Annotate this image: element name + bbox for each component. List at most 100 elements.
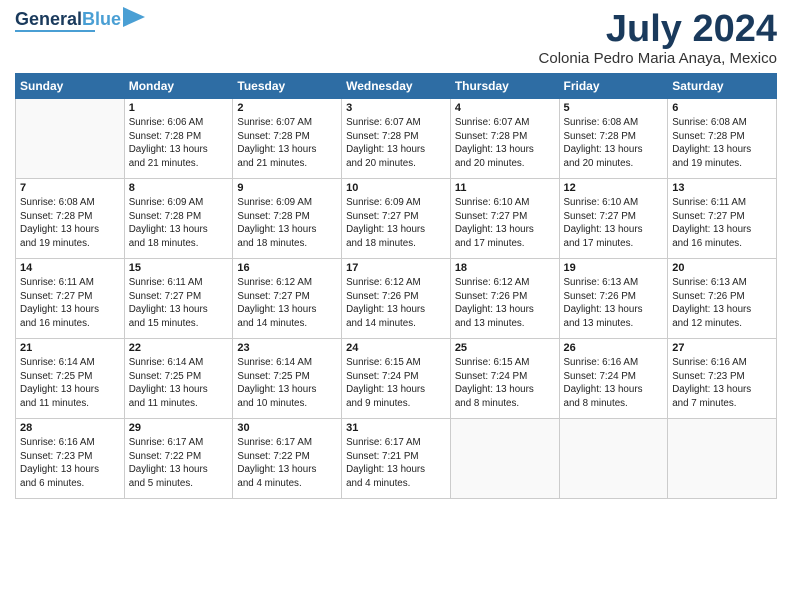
calendar-cell: 18 Sunrise: 6:12 AM Sunset: 7:26 PM Dayli… xyxy=(450,259,559,339)
day-detail: Sunrise: 6:09 AM Sunset: 7:28 PM Dayligh… xyxy=(237,196,337,251)
day-number: 26 xyxy=(564,342,664,354)
day-number: 12 xyxy=(564,182,664,194)
page-header: GeneralBlue July 2024 Colonia Pedro Mari… xyxy=(15,10,777,67)
calendar-week-4: 21 Sunrise: 6:14 AM Sunset: 7:25 PM Dayli… xyxy=(16,339,777,419)
day-number: 3 xyxy=(346,102,446,114)
day-number: 5 xyxy=(564,102,664,114)
calendar-cell: 28 Sunrise: 6:16 AM Sunset: 7:23 PM Dayli… xyxy=(16,419,125,499)
calendar-cell: 4 Sunrise: 6:07 AM Sunset: 7:28 PM Daylig… xyxy=(450,99,559,179)
day-detail: Sunrise: 6:11 AM Sunset: 7:27 PM Dayligh… xyxy=(129,276,229,331)
calendar-cell: 20 Sunrise: 6:13 AM Sunset: 7:26 PM Dayli… xyxy=(668,259,777,339)
calendar-cell: 31Sunrise: 6:17 AM Sunset: 7:21 PM Dayli… xyxy=(342,419,451,499)
calendar-cell: 16Sunrise: 6:12 AM Sunset: 7:27 PM Dayli… xyxy=(233,259,342,339)
calendar-cell: 17 Sunrise: 6:12 AM Sunset: 7:26 PM Dayli… xyxy=(342,259,451,339)
day-number: 25 xyxy=(455,342,555,354)
calendar-cell xyxy=(16,99,125,179)
logo: GeneralBlue xyxy=(15,10,145,32)
day-number: 9 xyxy=(237,182,337,194)
day-number: 31 xyxy=(346,422,446,434)
day-number: 1 xyxy=(129,102,229,114)
day-number: 14 xyxy=(20,262,120,274)
calendar-cell: 12 Sunrise: 6:10 AM Sunset: 7:27 PM Dayli… xyxy=(559,179,668,259)
calendar-cell xyxy=(559,419,668,499)
calendar-week-2: 7 Sunrise: 6:08 AM Sunset: 7:28 PM Daylig… xyxy=(16,179,777,259)
day-number: 19 xyxy=(564,262,664,274)
header-row: SundayMondayTuesdayWednesdayThursdayFrid… xyxy=(16,74,777,99)
calendar-cell: 22 Sunrise: 6:14 AM Sunset: 7:25 PM Dayli… xyxy=(124,339,233,419)
day-detail: Sunrise: 6:10 AM Sunset: 7:27 PM Dayligh… xyxy=(564,196,664,251)
day-number: 13 xyxy=(672,182,772,194)
calendar-cell: 25Sunrise: 6:15 AM Sunset: 7:24 PM Dayli… xyxy=(450,339,559,419)
day-detail: Sunrise: 6:11 AM Sunset: 7:27 PM Dayligh… xyxy=(20,276,120,331)
calendar-week-3: 14 Sunrise: 6:11 AM Sunset: 7:27 PM Dayli… xyxy=(16,259,777,339)
day-detail: Sunrise: 6:16 AM Sunset: 7:24 PM Dayligh… xyxy=(564,356,664,411)
calendar-cell: 27Sunrise: 6:16 AM Sunset: 7:23 PM Dayli… xyxy=(668,339,777,419)
day-header-saturday: Saturday xyxy=(668,74,777,99)
calendar-week-1: 1 Sunrise: 6:06 AM Sunset: 7:28 PM Daylig… xyxy=(16,99,777,179)
day-detail: Sunrise: 6:14 AM Sunset: 7:25 PM Dayligh… xyxy=(20,356,120,411)
day-number: 22 xyxy=(129,342,229,354)
day-detail: Sunrise: 6:12 AM Sunset: 7:26 PM Dayligh… xyxy=(455,276,555,331)
day-header-friday: Friday xyxy=(559,74,668,99)
calendar-cell: 2 Sunrise: 6:07 AM Sunset: 7:28 PM Daylig… xyxy=(233,99,342,179)
day-header-monday: Monday xyxy=(124,74,233,99)
calendar-cell: 11Sunrise: 6:10 AM Sunset: 7:27 PM Dayli… xyxy=(450,179,559,259)
logo-arrow-icon xyxy=(123,7,145,27)
day-detail: Sunrise: 6:14 AM Sunset: 7:25 PM Dayligh… xyxy=(129,356,229,411)
calendar-body: 1 Sunrise: 6:06 AM Sunset: 7:28 PM Daylig… xyxy=(16,99,777,499)
calendar-cell: 24Sunrise: 6:15 AM Sunset: 7:24 PM Dayli… xyxy=(342,339,451,419)
day-number: 18 xyxy=(455,262,555,274)
day-detail: Sunrise: 6:12 AM Sunset: 7:26 PM Dayligh… xyxy=(346,276,446,331)
calendar-cell xyxy=(450,419,559,499)
day-number: 27 xyxy=(672,342,772,354)
calendar-cell: 8 Sunrise: 6:09 AM Sunset: 7:28 PM Daylig… xyxy=(124,179,233,259)
calendar-week-5: 28 Sunrise: 6:16 AM Sunset: 7:23 PM Dayli… xyxy=(16,419,777,499)
day-number: 20 xyxy=(672,262,772,274)
day-number: 21 xyxy=(20,342,120,354)
day-detail: Sunrise: 6:14 AM Sunset: 7:25 PM Dayligh… xyxy=(237,356,337,411)
day-detail: Sunrise: 6:17 AM Sunset: 7:22 PM Dayligh… xyxy=(129,436,229,491)
calendar-table: SundayMondayTuesdayWednesdayThursdayFrid… xyxy=(15,73,777,499)
day-detail: Sunrise: 6:09 AM Sunset: 7:28 PM Dayligh… xyxy=(129,196,229,251)
day-detail: Sunrise: 6:11 AM Sunset: 7:27 PM Dayligh… xyxy=(672,196,772,251)
day-number: 10 xyxy=(346,182,446,194)
calendar-cell: 3Sunrise: 6:07 AM Sunset: 7:28 PM Daylig… xyxy=(342,99,451,179)
day-header-thursday: Thursday xyxy=(450,74,559,99)
day-detail: Sunrise: 6:08 AM Sunset: 7:28 PM Dayligh… xyxy=(564,116,664,171)
calendar-cell: 1 Sunrise: 6:06 AM Sunset: 7:28 PM Daylig… xyxy=(124,99,233,179)
day-number: 23 xyxy=(237,342,337,354)
day-number: 4 xyxy=(455,102,555,114)
calendar-cell: 23 Sunrise: 6:14 AM Sunset: 7:25 PM Dayli… xyxy=(233,339,342,419)
day-detail: Sunrise: 6:08 AM Sunset: 7:28 PM Dayligh… xyxy=(672,116,772,171)
calendar-cell: 9 Sunrise: 6:09 AM Sunset: 7:28 PM Daylig… xyxy=(233,179,342,259)
calendar-cell: 21 Sunrise: 6:14 AM Sunset: 7:25 PM Dayli… xyxy=(16,339,125,419)
day-number: 6 xyxy=(672,102,772,114)
day-number: 7 xyxy=(20,182,120,194)
calendar-cell: 13 Sunrise: 6:11 AM Sunset: 7:27 PM Dayli… xyxy=(668,179,777,259)
title-block: July 2024 Colonia Pedro Maria Anaya, Mex… xyxy=(539,10,777,67)
calendar-cell: 19Sunrise: 6:13 AM Sunset: 7:26 PM Dayli… xyxy=(559,259,668,339)
calendar-cell xyxy=(668,419,777,499)
day-number: 2 xyxy=(237,102,337,114)
day-number: 15 xyxy=(129,262,229,274)
day-detail: Sunrise: 6:16 AM Sunset: 7:23 PM Dayligh… xyxy=(20,436,120,491)
day-number: 17 xyxy=(346,262,446,274)
day-detail: Sunrise: 6:08 AM Sunset: 7:28 PM Dayligh… xyxy=(20,196,120,251)
day-detail: Sunrise: 6:06 AM Sunset: 7:28 PM Dayligh… xyxy=(129,116,229,171)
day-detail: Sunrise: 6:07 AM Sunset: 7:28 PM Dayligh… xyxy=(455,116,555,171)
day-number: 28 xyxy=(20,422,120,434)
day-detail: Sunrise: 6:07 AM Sunset: 7:28 PM Dayligh… xyxy=(237,116,337,171)
day-detail: Sunrise: 6:09 AM Sunset: 7:27 PM Dayligh… xyxy=(346,196,446,251)
day-header-sunday: Sunday xyxy=(16,74,125,99)
month-title: July 2024 xyxy=(539,10,777,48)
logo-text: GeneralBlue xyxy=(15,10,121,28)
calendar-cell: 14 Sunrise: 6:11 AM Sunset: 7:27 PM Dayli… xyxy=(16,259,125,339)
day-number: 30 xyxy=(237,422,337,434)
day-number: 29 xyxy=(129,422,229,434)
day-detail: Sunrise: 6:17 AM Sunset: 7:22 PM Dayligh… xyxy=(237,436,337,491)
day-detail: Sunrise: 6:13 AM Sunset: 7:26 PM Dayligh… xyxy=(672,276,772,331)
day-detail: Sunrise: 6:10 AM Sunset: 7:27 PM Dayligh… xyxy=(455,196,555,251)
day-number: 8 xyxy=(129,182,229,194)
calendar-cell: 6 Sunrise: 6:08 AM Sunset: 7:28 PM Daylig… xyxy=(668,99,777,179)
day-number: 24 xyxy=(346,342,446,354)
